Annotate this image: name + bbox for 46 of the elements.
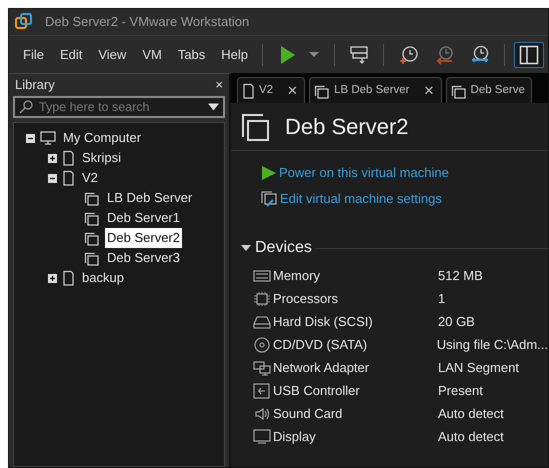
tree-item[interactable]: My Computer <box>61 128 144 148</box>
tree-item[interactable]: Deb Server2 <box>105 228 182 248</box>
close-tab-button[interactable]: ✕ <box>414 80 435 100</box>
tree-item[interactable]: V2 <box>80 168 100 188</box>
tree-item[interactable]: backup <box>80 268 126 288</box>
device-value: Auto detect <box>438 404 504 423</box>
device-value: LAN Segment <box>438 358 519 377</box>
vm-title: Deb Server2 <box>285 113 409 141</box>
tree-item[interactable]: Skripsi <box>80 148 124 168</box>
device-name[interactable]: Hard Disk (SCSI) <box>273 312 373 332</box>
menu-item[interactable]: File <box>15 44 52 64</box>
device-name[interactable]: CD/DVD (SATA) <box>273 334 368 354</box>
device-value: 20 GB <box>438 312 475 331</box>
tab[interactable]: V2 ✕ <box>237 77 306 103</box>
device-name[interactable]: Sound Card <box>273 404 342 424</box>
tab-label: V2 <box>259 82 274 98</box>
menu-item[interactable]: Edit <box>52 44 90 64</box>
device-value: Using file C:\Adm... <box>436 336 548 354</box>
panel-title: Library <box>15 76 55 94</box>
tab[interactable]: LB Deb Server ✕ <box>309 77 442 103</box>
tab[interactable]: Deb Serve <box>446 77 532 103</box>
device-value: 1 <box>438 290 446 308</box>
tab-label: Deb Serve <box>470 82 525 98</box>
tree-item[interactable]: LB Deb Server <box>105 188 194 208</box>
device-value: 512 MB <box>438 266 483 285</box>
search-field[interactable]: Type here to search <box>13 96 225 118</box>
tree-item[interactable]: Deb Server1 <box>105 208 182 228</box>
close-button[interactable]: × <box>205 75 223 95</box>
device-name[interactable]: Display <box>273 426 316 446</box>
device-name[interactable]: USB Controller <box>273 380 360 400</box>
menu-item[interactable]: View <box>90 44 134 64</box>
edit-settings-link[interactable]: Edit virtual machine settings <box>261 188 548 208</box>
section-title: Devices <box>255 238 312 258</box>
device-name[interactable]: Memory <box>273 266 320 286</box>
menu-item[interactable]: VM <box>134 44 170 64</box>
power-on-link[interactable]: Power on this virtual machine <box>261 163 548 182</box>
window-title: Deb Server2 - VMware Workstation <box>45 13 250 32</box>
menu-item[interactable]: Tabs <box>170 44 214 64</box>
device-value: Auto detect <box>438 428 504 446</box>
device-name[interactable]: Processors <box>273 288 338 308</box>
close-tab-button[interactable]: ✕ <box>277 80 298 100</box>
tree-item[interactable]: Deb Server3 <box>105 248 182 268</box>
device-value: Present <box>438 382 483 400</box>
device-name[interactable]: Network Adapter <box>273 358 370 378</box>
menu-item[interactable]: Help <box>213 44 256 64</box>
tab-label: LB Deb Server <box>334 82 410 98</box>
